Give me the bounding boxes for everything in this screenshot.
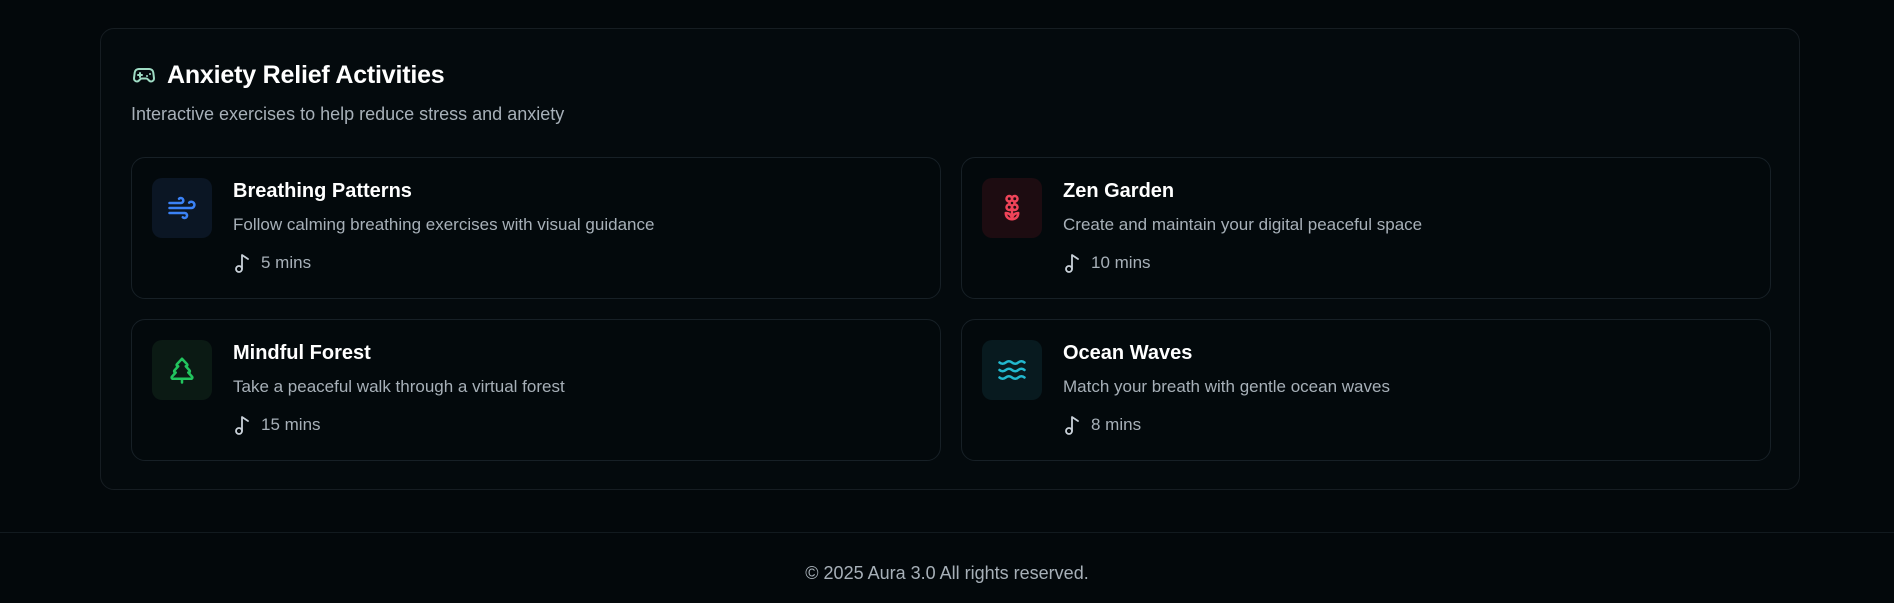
waves-icon [982, 340, 1042, 400]
duration-text: 8 mins [1091, 415, 1142, 434]
music-note-icon [233, 414, 251, 436]
activity-description: Take a peaceful walk through a virtual f… [233, 377, 565, 396]
panel-header: Anxiety Relief Activities [131, 61, 445, 90]
music-note-icon [1063, 252, 1081, 274]
activity-grid: Breathing Patterns Follow calming breath… [131, 157, 1771, 461]
activity-description: Match your breath with gentle ocean wave… [1063, 377, 1390, 396]
panel-title: Anxiety Relief Activities [167, 61, 445, 89]
panel-subtitle: Interactive exercises to help reduce str… [131, 104, 565, 124]
activity-duration: 10 mins [1063, 252, 1151, 274]
activity-title: Ocean Waves [1063, 342, 1193, 364]
flower-icon [982, 178, 1042, 238]
activity-card-zen-garden[interactable]: Zen Garden Create and maintain your digi… [961, 157, 1771, 299]
duration-text: 5 mins [261, 253, 312, 272]
activity-card-ocean-waves[interactable]: Ocean Waves Match your breath with gentl… [961, 319, 1771, 461]
activity-description: Follow calming breathing exercises with … [233, 215, 655, 234]
music-note-icon [1063, 414, 1081, 436]
activity-duration: 15 mins [233, 414, 321, 436]
activity-duration: 8 mins [1063, 414, 1141, 436]
activity-title: Breathing Patterns [233, 180, 412, 202]
tree-icon [152, 340, 212, 400]
music-note-icon [233, 252, 251, 274]
footer-divider [0, 532, 1894, 533]
activity-title: Mindful Forest [233, 342, 371, 364]
wind-icon [152, 178, 212, 238]
activity-card-mindful-forest[interactable]: Mindful Forest Take a peaceful walk thro… [131, 319, 941, 461]
activity-duration: 5 mins [233, 252, 311, 274]
anxiety-relief-panel: Anxiety Relief Activities Interactive ex… [100, 28, 1800, 490]
gamepad-icon [131, 63, 157, 89]
duration-text: 10 mins [1091, 253, 1151, 272]
activity-description: Create and maintain your digital peacefu… [1063, 215, 1423, 234]
duration-text: 15 mins [261, 415, 321, 434]
activity-card-breathing-patterns[interactable]: Breathing Patterns Follow calming breath… [131, 157, 941, 299]
footer-copyright: © 2025 Aura 3.0 All rights reserved. [805, 563, 1089, 583]
activity-title: Zen Garden [1063, 180, 1175, 202]
